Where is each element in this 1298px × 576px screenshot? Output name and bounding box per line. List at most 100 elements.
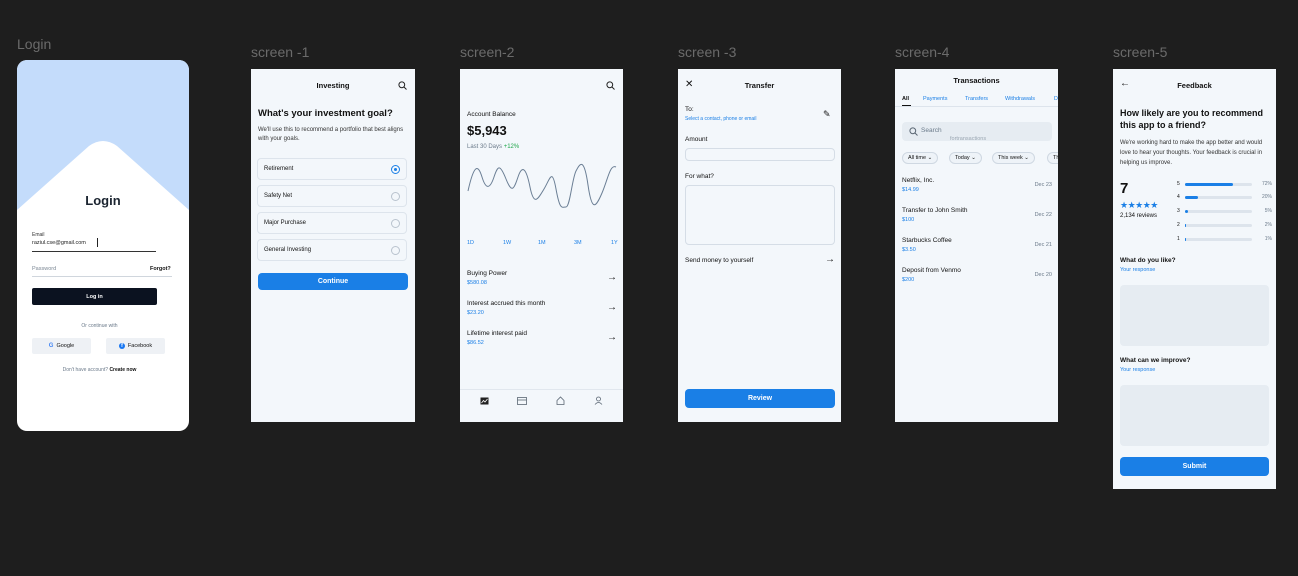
rating-star-label: 2 <box>1177 222 1180 228</box>
chart-icon[interactable] <box>480 397 489 405</box>
chevron-down-icon: ⌄ <box>1024 155 1029 161</box>
to-placeholder[interactable]: Select a contact, phone or email <box>685 116 756 122</box>
transaction-tabs: All Payments Transfers Withdrawals D <box>895 93 1058 107</box>
change-text: +12% <box>503 144 520 150</box>
improve-response-textarea[interactable] <box>1120 385 1269 446</box>
tab-all[interactable]: All <box>902 96 909 102</box>
to-label: To: <box>685 106 694 113</box>
amount-input[interactable] <box>685 148 835 161</box>
transaction-row[interactable]: Starbucks Coffee $3.50 Dec 21 <box>902 237 1052 259</box>
rating-bar-fill <box>1185 183 1234 186</box>
search-icon[interactable] <box>606 81 615 90</box>
option-general-investing[interactable]: General Investing <box>257 239 407 261</box>
tx-amount: $14.99 <box>902 187 919 193</box>
or-continue-text: Or continue with <box>81 323 118 329</box>
balance-screen: Account Balance $5,943 Last 30 Days +12%… <box>460 69 623 422</box>
row-title: Buying Power <box>467 270 508 277</box>
search-input[interactable]: Search fortransactions <box>902 122 1052 142</box>
password-placeholder: Password <box>32 266 57 272</box>
range-1w[interactable]: 1W <box>503 240 511 246</box>
range-1y[interactable]: 1Y <box>611 240 618 246</box>
row-title: Lifetime interest paid <box>467 330 527 337</box>
search-icon[interactable] <box>398 81 407 90</box>
range-3m[interactable]: 3M <box>574 240 582 246</box>
for-what-textarea[interactable] <box>685 185 835 245</box>
balance-period: Last 30 Days +12% <box>467 144 519 150</box>
arrow-right-icon: → <box>607 332 617 343</box>
home-icon[interactable] <box>556 396 565 405</box>
option-label: Major Purchase <box>264 220 307 226</box>
radio[interactable] <box>391 192 400 201</box>
option-retirement[interactable]: Retirement <box>257 158 407 180</box>
submit-button[interactable]: Submit <box>1120 457 1269 476</box>
tab-payments[interactable]: Payments <box>923 96 947 102</box>
forgot-link[interactable]: Forgot? <box>150 266 171 272</box>
tx-name: Netflix, Inc. <box>902 177 935 184</box>
send-to-self-label: Send money to yourself <box>685 257 754 264</box>
like-placeholder: Your response <box>1120 267 1156 273</box>
rating-star-label: 1 <box>1177 236 1180 242</box>
filter-today[interactable]: Today ⌄ <box>949 152 982 164</box>
profile-icon[interactable] <box>594 396 603 405</box>
search-hint: fortransactions <box>950 136 987 142</box>
create-now-link[interactable]: Create now <box>109 367 136 373</box>
option-safety-net[interactable]: Safety Net <box>257 185 407 207</box>
google-button[interactable]: G Google <box>32 338 91 354</box>
google-icon: G <box>48 343 54 349</box>
like-response-textarea[interactable] <box>1120 285 1269 346</box>
tx-name: Deposit from Venmo <box>902 267 961 274</box>
review-count: 2,134 reviews <box>1120 213 1158 219</box>
transaction-row[interactable]: Netflix, Inc. $14.99 Dec 23 <box>902 177 1052 199</box>
tab-transfers[interactable]: Transfers <box>965 96 988 102</box>
filter-this-week[interactable]: This week ⌄ <box>992 152 1035 164</box>
range-selector: 1D 1W 1M 3M 1Y <box>467 240 618 248</box>
transaction-row[interactable]: Transfer to John Smith $100 Dec 22 <box>902 207 1052 229</box>
arrow-right-icon: → <box>607 302 617 313</box>
signup-prompt: Don't have account? Create now <box>17 367 182 373</box>
option-major-purchase[interactable]: Major Purchase <box>257 212 407 234</box>
filter-label: Th <box>1053 155 1058 161</box>
frame-label-login: Login <box>17 36 52 52</box>
radio[interactable] <box>391 246 400 255</box>
facebook-button[interactable]: f Facebook <box>106 338 165 354</box>
filter-more[interactable]: Th <box>1047 152 1058 164</box>
pencil-icon[interactable]: ✎ <box>823 109 831 120</box>
feedback-header: Feedback <box>1177 81 1212 90</box>
rating-bar-fill <box>1185 224 1187 227</box>
tab-withdrawals[interactable]: Withdrawals <box>1005 96 1035 102</box>
transactions-screen: Transactions All Payments Transfers With… <box>895 69 1058 422</box>
tx-date: Dec 20 <box>1034 272 1052 278</box>
balance-line-chart <box>467 164 617 208</box>
radio-selected[interactable] <box>391 165 400 174</box>
rating-bar <box>1185 238 1252 241</box>
continue-button[interactable]: Continue <box>258 273 408 290</box>
transfer-screen: ✕ Transfer To: Select a contact, phone o… <box>678 69 841 422</box>
transaction-row[interactable]: Deposit from Venmo $200 Dec 20 <box>902 267 1052 289</box>
for-what-label: For what? <box>685 173 714 180</box>
option-label: General Investing <box>264 247 312 253</box>
rating-star-label: 5 <box>1177 181 1180 187</box>
review-button[interactable]: Review <box>685 389 835 408</box>
range-1m[interactable]: 1M <box>538 240 546 246</box>
feedback-description: We're working hard to make the app bette… <box>1120 140 1263 166</box>
transactions-header: Transactions <box>953 76 1000 85</box>
send-to-self-row[interactable]: Send money to yourself → <box>685 254 835 267</box>
rating-pct: 5% <box>1264 208 1272 214</box>
rating-distribution: 5 72% 4 20% 3 5% 2 2% 1 1% <box>1177 180 1272 242</box>
lifetime-interest-row[interactable]: Lifetime interest paid $86.52 → <box>467 330 617 352</box>
login-button[interactable]: Log in <box>32 288 157 305</box>
range-1d[interactable]: 1D <box>467 240 474 246</box>
card-icon[interactable] <box>517 397 527 405</box>
rating-pct: 1% <box>1264 236 1272 242</box>
radio[interactable] <box>391 219 400 228</box>
tab-d[interactable]: D <box>1054 96 1058 102</box>
tx-date: Dec 21 <box>1034 242 1052 248</box>
buying-power-row[interactable]: Buying Power $580.08 → <box>467 270 617 292</box>
interest-accrued-row[interactable]: Interest accrued this month $23.20 → <box>467 300 617 322</box>
email-field[interactable]: raziul.cse@gmail.com <box>32 238 156 252</box>
investment-question: What's your investment goal? <box>258 108 393 119</box>
filter-all-time[interactable]: All time ⌄ <box>902 152 939 164</box>
balance-label: Account Balance <box>467 111 516 118</box>
tx-name: Transfer to John Smith <box>902 207 968 214</box>
investing-screen: Investing What's your investment goal? W… <box>251 69 415 422</box>
